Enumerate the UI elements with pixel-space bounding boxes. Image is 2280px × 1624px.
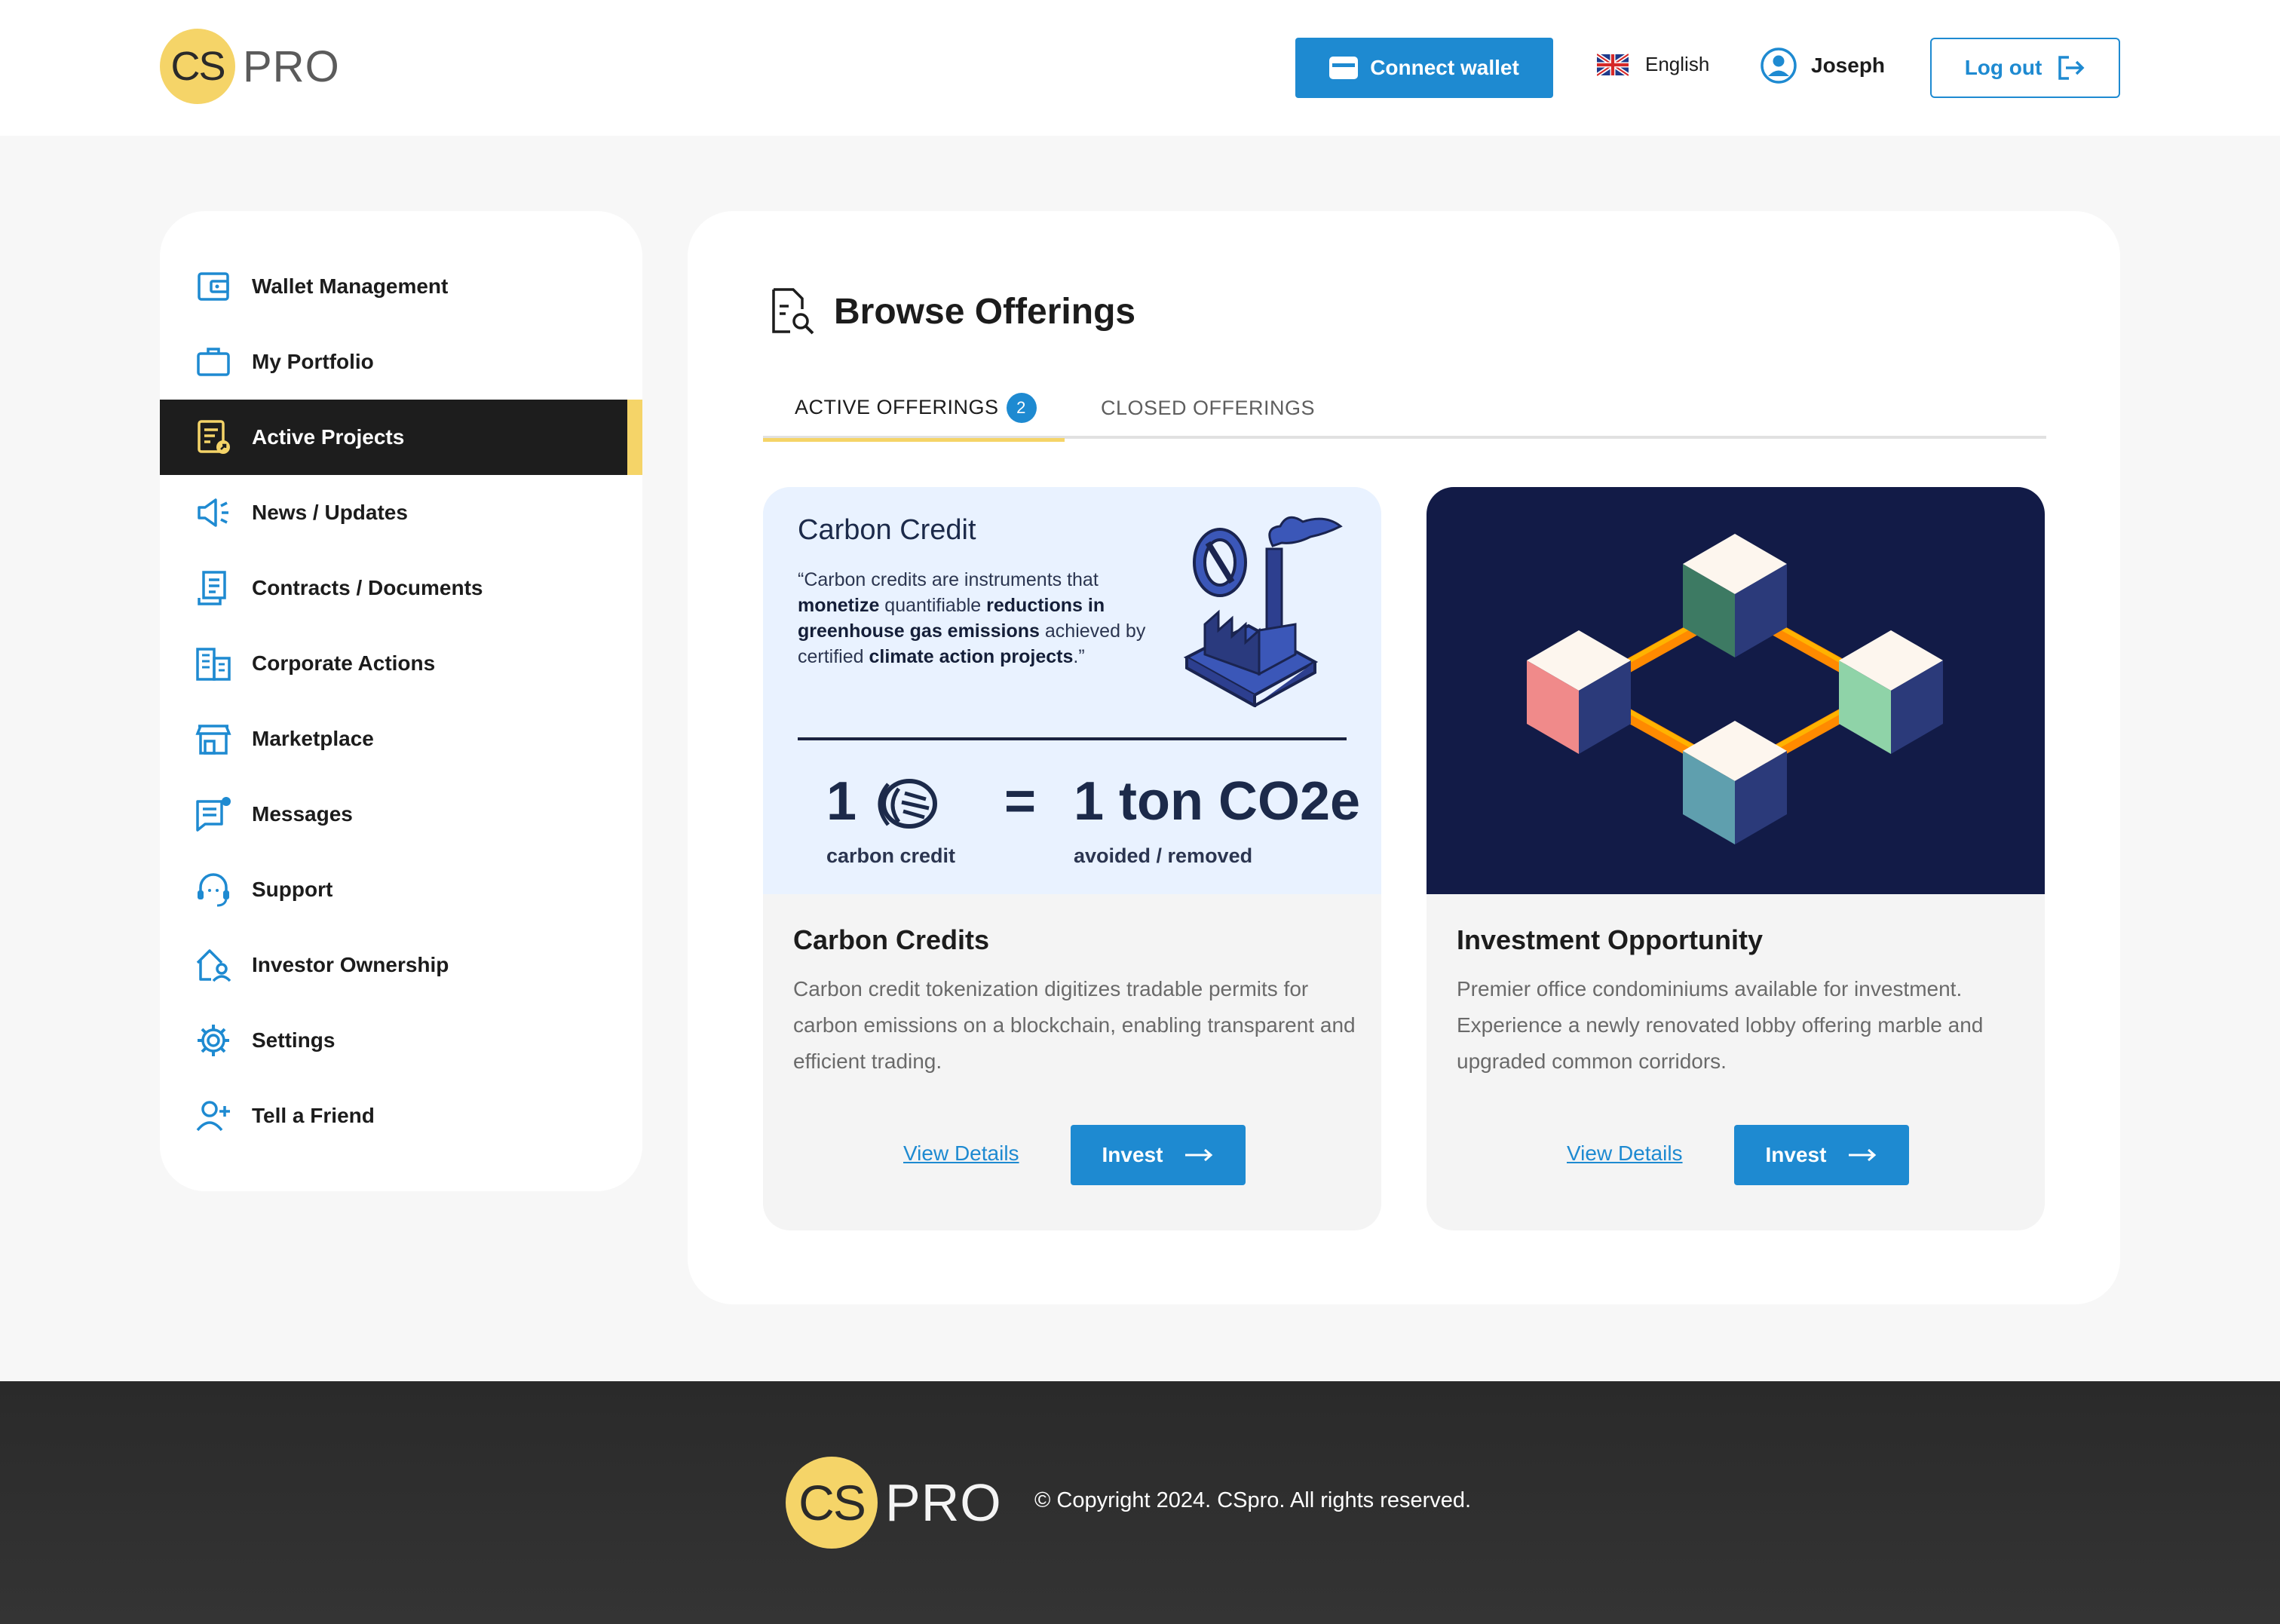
view-details-link[interactable]: View Details (1567, 1141, 1683, 1166)
logout-button[interactable]: Log out (1930, 38, 2120, 98)
logo-text: PRO (243, 41, 340, 91)
arrow-right-icon (1185, 1148, 1213, 1162)
sidebar-item-label: News / Updates (252, 501, 408, 524)
sidebar-item-news-updates[interactable]: News / Updates (160, 475, 642, 550)
carbon-credit-image: Carbon Credit “Carbon credits are instru… (763, 487, 1381, 894)
sidebar-item-label: Marketplace (252, 727, 374, 750)
main-content: Browse Offerings ACTIVE OFFERINGS 2 CLOS… (688, 211, 2120, 1304)
view-details-link[interactable]: View Details (903, 1141, 1019, 1166)
image-heading: Carbon Credit (798, 514, 976, 546)
sidebar-item-label: Settings (252, 1028, 336, 1052)
sidebar-item-label: Active Projects (252, 425, 405, 449)
card-description: Premier office condominiums available fo… (1457, 977, 1984, 1073)
connect-wallet-label: Connect wallet (1370, 56, 1519, 79)
store-icon (195, 725, 231, 755)
sidebar-item-corporate-actions[interactable]: Corporate Actions (160, 626, 642, 701)
uk-flag-icon (1597, 53, 1629, 76)
invest-label: Invest (1102, 1143, 1163, 1166)
offering-card-investment-opportunity: Investment Opportunity Premier office co… (1427, 487, 2045, 1230)
user-menu[interactable]: Joseph (1760, 47, 1885, 84)
sidebar-item-marketplace[interactable]: Marketplace (160, 701, 642, 777)
blockchain-illustration (1527, 534, 1943, 844)
credit-value: 1 (826, 771, 857, 832)
username: Joseph (1811, 54, 1886, 77)
top-header: CS PRO Connect wallet English Joseph Log… (0, 0, 2280, 136)
building-icon (196, 648, 231, 681)
arrow-right-icon (1849, 1148, 1877, 1162)
tab-label: ACTIVE OFFERINGS (795, 396, 999, 418)
card-title: Investment Opportunity (1457, 924, 1764, 955)
megaphone-icon (198, 498, 228, 527)
co2-value: 1 ton CO2e (1074, 771, 1361, 832)
user-plus-icon (196, 1101, 230, 1132)
headset-icon (198, 873, 229, 907)
sidebar-item-tell-a-friend[interactable]: Tell a Friend (160, 1078, 642, 1154)
sidebar-item-investor-ownership[interactable]: Investor Ownership (160, 927, 642, 1003)
logo-mark: CS (786, 1457, 878, 1549)
co2-caption: avoided / removed (1074, 844, 1253, 867)
wallet-icon (198, 272, 229, 301)
factory-illustration (1183, 516, 1343, 707)
sidebar-item-settings[interactable]: Settings (160, 1003, 642, 1078)
sidebar-item-wallet-management[interactable]: Wallet Management (160, 249, 642, 324)
coin-stack-icon (878, 779, 937, 829)
sidebar-item-contracts-documents[interactable]: Contracts / Documents (160, 550, 642, 626)
sidebar-nav: Wallet Management My Portfolio Active Pr… (160, 211, 642, 1191)
language-label: English (1645, 53, 1710, 75)
projects-icon (198, 420, 230, 454)
sidebar-item-label: Corporate Actions (252, 651, 436, 675)
sidebar-item-label: My Portfolio (252, 350, 374, 373)
sidebar-item-label: Investor Ownership (252, 953, 449, 976)
card-description: Carbon credit tokenization digitizes tra… (793, 977, 1356, 1073)
sidebar-item-active-projects[interactable]: Active Projects (160, 400, 642, 475)
invest-button[interactable]: Invest (1071, 1125, 1246, 1185)
briefcase-icon (197, 348, 230, 376)
logo-text: PRO (885, 1473, 1002, 1532)
tab-closed-offerings[interactable]: CLOSED OFFERINGS (1078, 377, 1315, 439)
sidebar-item-my-portfolio[interactable]: My Portfolio (160, 324, 642, 400)
tab-label: CLOSED OFFERINGS (1101, 396, 1316, 419)
house-user-icon (196, 949, 231, 982)
card-title: Carbon Credits (793, 924, 990, 955)
offering-card-carbon-credits: Carbon Credit “Carbon credits are instru… (763, 487, 1381, 1230)
logout-icon (2058, 56, 2085, 80)
message-icon (196, 797, 231, 832)
document-search-icon (772, 288, 814, 335)
sidebar-item-label: Contracts / Documents (252, 576, 483, 599)
sidebar-item-support[interactable]: Support (160, 852, 642, 927)
count-badge: 2 (1006, 392, 1037, 423)
logo-mark: CS (160, 29, 235, 104)
sidebar-item-messages[interactable]: Messages (160, 777, 642, 852)
divider-line (798, 737, 1347, 740)
footer-logo[interactable]: CS PRO (786, 1457, 1002, 1549)
sidebar-item-label: Messages (252, 802, 353, 826)
sidebar-item-label: Support (252, 878, 333, 901)
page-title-text: Browse Offerings (834, 291, 1136, 332)
page-title: Browse Offerings (769, 286, 1135, 336)
credit-caption: carbon credit (826, 844, 956, 867)
blockchain-cubes-image (1427, 487, 2045, 894)
cspro-logo[interactable]: CS PRO (160, 29, 340, 104)
language-selector[interactable]: English (1597, 53, 1709, 76)
logout-label: Log out (1964, 56, 2042, 79)
tab-active-offerings[interactable]: ACTIVE OFFERINGS 2 (763, 377, 1065, 442)
image-quote: “Carbon credits are instruments that mon… (798, 569, 1146, 667)
footer: CS PRO © Copyright 2024. CSpro. All righ… (0, 1381, 2280, 1624)
sidebar-item-label: Tell a Friend (252, 1104, 375, 1127)
offering-tabs: ACTIVE OFFERINGS 2 CLOSED OFFERINGS (763, 377, 2046, 442)
invest-button[interactable]: Invest (1734, 1125, 1909, 1185)
copyright-text: © Copyright 2024. CSpro. All rights rese… (1034, 1488, 1472, 1512)
document-icon (198, 571, 226, 605)
equals-sign: = (1004, 771, 1037, 832)
sidebar-item-label: Wallet Management (252, 274, 449, 298)
user-avatar-icon (1761, 47, 1797, 84)
wallet-icon (1329, 57, 1359, 79)
gear-icon (198, 1025, 229, 1056)
invest-label: Invest (1765, 1143, 1827, 1166)
connect-wallet-button[interactable]: Connect wallet (1295, 38, 1553, 98)
